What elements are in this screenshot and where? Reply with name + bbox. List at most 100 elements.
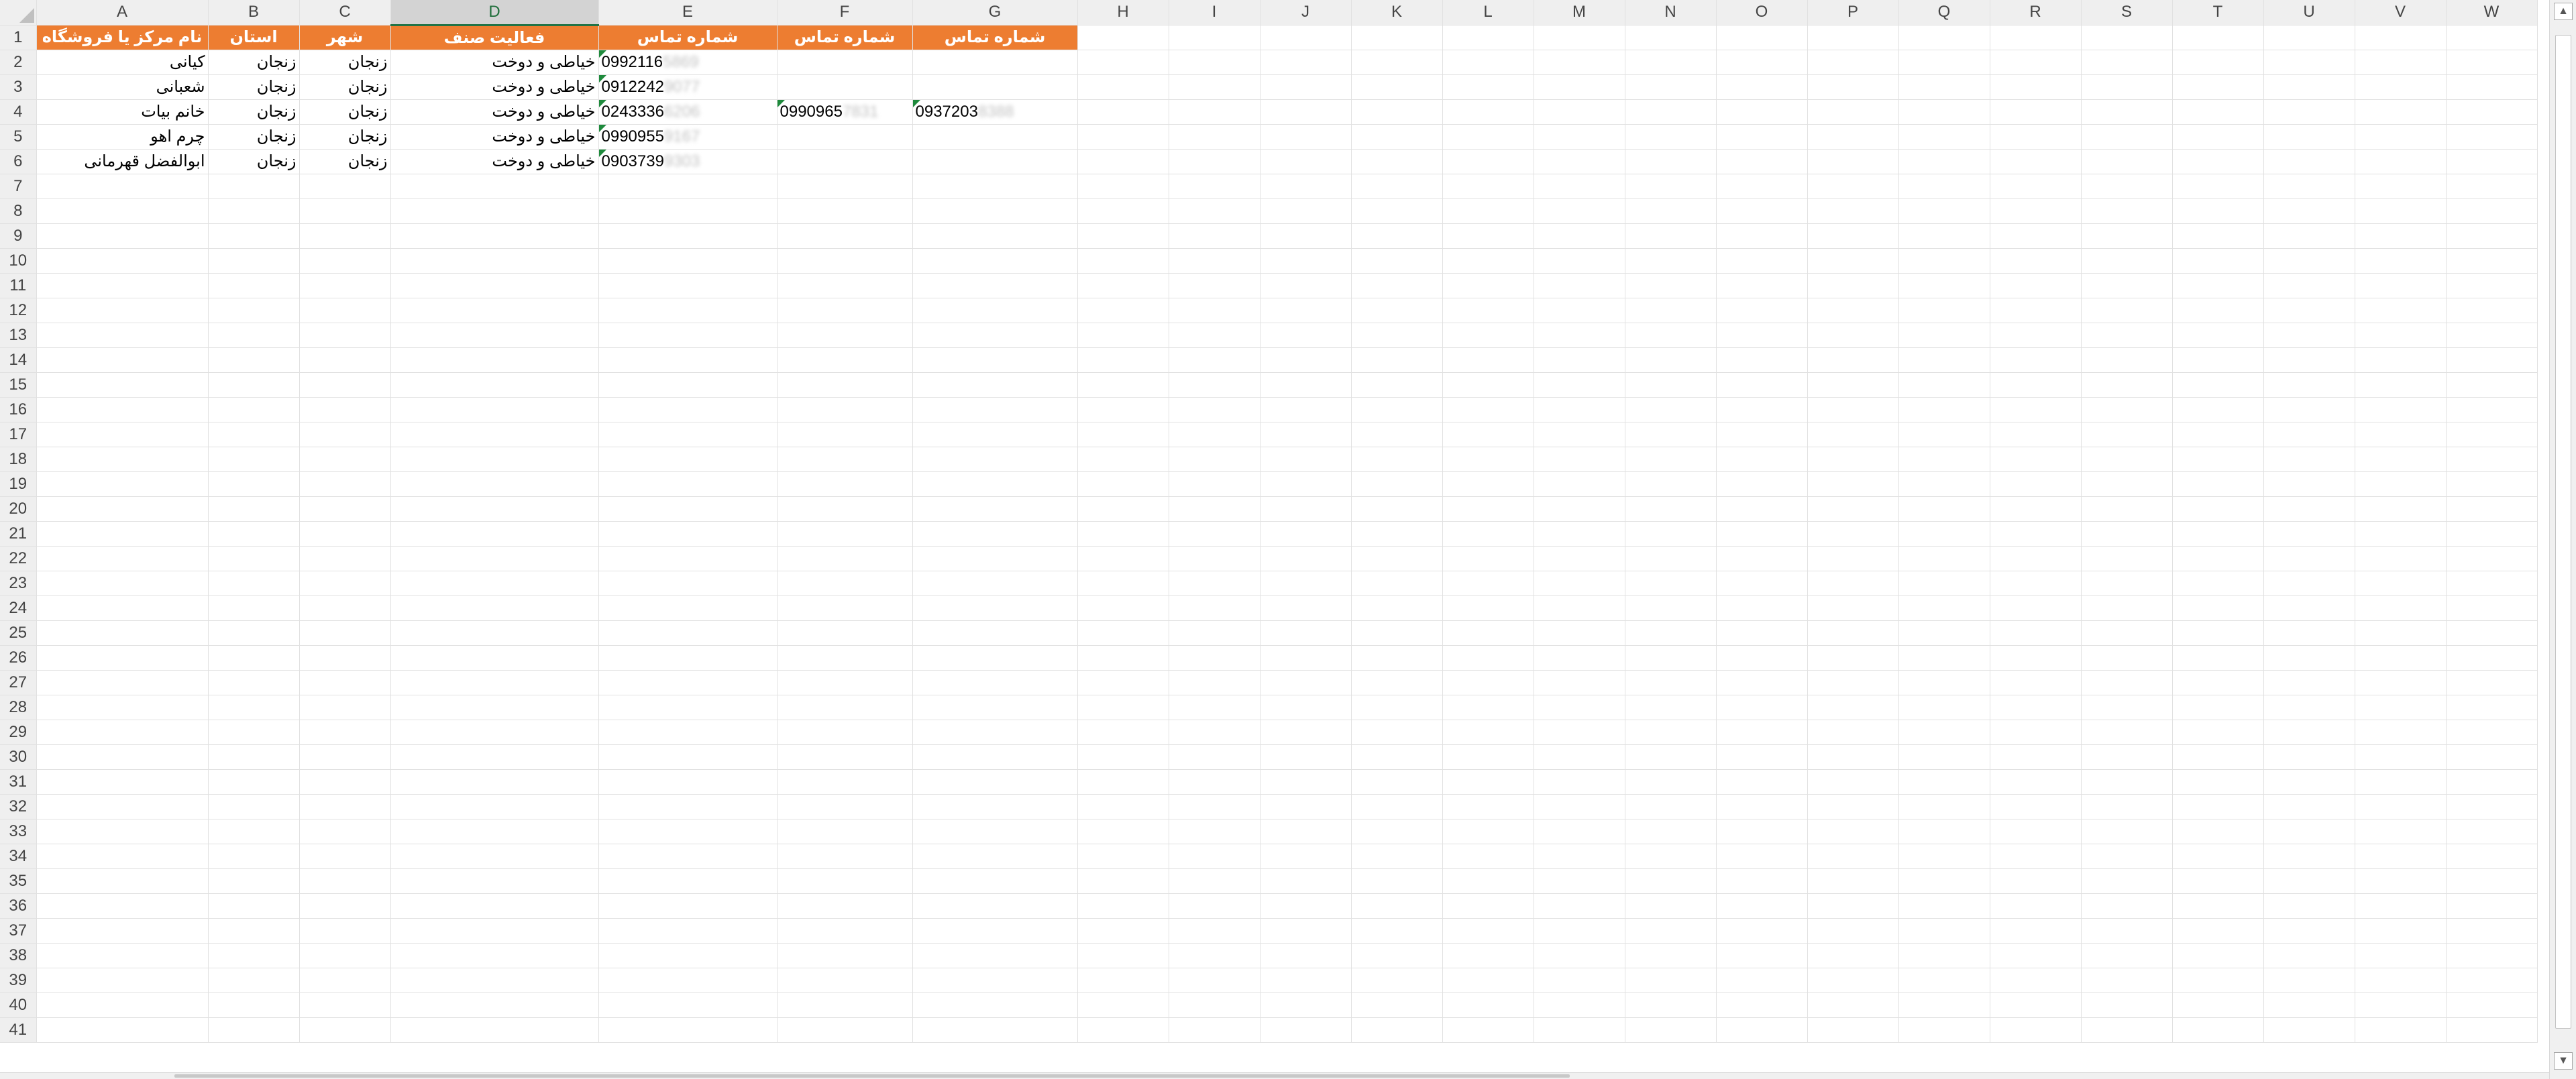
cell-e35[interactable] <box>598 868 777 894</box>
cell-l19[interactable] <box>1442 471 1534 497</box>
row-header-20[interactable]: 20 <box>0 496 37 522</box>
cell-s1[interactable] <box>2081 25 2173 50</box>
cell-p1[interactable] <box>1807 25 1899 50</box>
row-header-38[interactable]: 38 <box>0 943 37 968</box>
cell-w2[interactable] <box>2446 50 2538 75</box>
name-cell[interactable]: خانم بیات <box>36 99 209 125</box>
cell-m9[interactable] <box>1534 223 1625 249</box>
cell-w6[interactable] <box>2446 149 2538 174</box>
cell-s27[interactable] <box>2081 670 2173 695</box>
cell-g39[interactable] <box>912 968 1078 993</box>
cell-q7[interactable] <box>1898 174 1990 199</box>
cell-w17[interactable] <box>2446 422 2538 447</box>
cell-k34[interactable] <box>1351 844 1443 869</box>
cell-v31[interactable] <box>2355 769 2447 795</box>
cell-o18[interactable] <box>1716 447 1808 472</box>
column-header-c[interactable]: C <box>299 0 391 25</box>
cell-p7[interactable] <box>1807 174 1899 199</box>
cell-d20[interactable] <box>390 496 599 522</box>
cell-h15[interactable] <box>1077 372 1169 398</box>
cell-m33[interactable] <box>1534 819 1625 844</box>
cell-p24[interactable] <box>1807 595 1899 621</box>
cell-w37[interactable] <box>2446 918 2538 944</box>
cell-w38[interactable] <box>2446 943 2538 968</box>
cell-t33[interactable] <box>2172 819 2264 844</box>
cell-j14[interactable] <box>1260 347 1352 373</box>
cell-j37[interactable] <box>1260 918 1352 944</box>
cell-l17[interactable] <box>1442 422 1534 447</box>
cell-c33[interactable] <box>299 819 391 844</box>
cell-j2[interactable] <box>1260 50 1352 75</box>
cell-g8[interactable] <box>912 198 1078 224</box>
cell-h38[interactable] <box>1077 943 1169 968</box>
cell-v26[interactable] <box>2355 645 2447 671</box>
cell-n21[interactable] <box>1625 521 1717 547</box>
cell-n26[interactable] <box>1625 645 1717 671</box>
cell-j10[interactable] <box>1260 248 1352 274</box>
cell-g5[interactable] <box>912 124 1078 150</box>
cell-g32[interactable] <box>912 794 1078 819</box>
cell-l35[interactable] <box>1442 868 1534 894</box>
cell-v32[interactable] <box>2355 794 2447 819</box>
cell-a7[interactable] <box>36 174 209 199</box>
cell-q30[interactable] <box>1898 744 1990 770</box>
cell-d14[interactable] <box>390 347 599 373</box>
cell-s12[interactable] <box>2081 298 2173 323</box>
cell-e14[interactable] <box>598 347 777 373</box>
cell-q3[interactable] <box>1898 74 1990 100</box>
cell-i20[interactable] <box>1169 496 1260 522</box>
select-all-corner[interactable] <box>0 0 37 25</box>
cell-o20[interactable] <box>1716 496 1808 522</box>
cell-m19[interactable] <box>1534 471 1625 497</box>
cell-m39[interactable] <box>1534 968 1625 993</box>
cell-f8[interactable] <box>777 198 913 224</box>
cell-b11[interactable] <box>208 273 300 298</box>
cell-p41[interactable] <box>1807 1017 1899 1043</box>
cell-t41[interactable] <box>2172 1017 2264 1043</box>
cell-q25[interactable] <box>1898 620 1990 646</box>
cell-i17[interactable] <box>1169 422 1260 447</box>
cell-p14[interactable] <box>1807 347 1899 373</box>
cell-c28[interactable] <box>299 695 391 720</box>
cell-q21[interactable] <box>1898 521 1990 547</box>
row-header-24[interactable]: 24 <box>0 595 37 621</box>
cell-n19[interactable] <box>1625 471 1717 497</box>
cell-v40[interactable] <box>2355 992 2447 1018</box>
cell-j19[interactable] <box>1260 471 1352 497</box>
cell-o7[interactable] <box>1716 174 1808 199</box>
cell-i8[interactable] <box>1169 198 1260 224</box>
header-cell-f[interactable]: شماره تماس <box>777 25 913 50</box>
cell-b26[interactable] <box>208 645 300 671</box>
cell-o3[interactable] <box>1716 74 1808 100</box>
cell-k40[interactable] <box>1351 992 1443 1018</box>
cell-r17[interactable] <box>1990 422 2082 447</box>
cell-v4[interactable] <box>2355 99 2447 125</box>
cell-p37[interactable] <box>1807 918 1899 944</box>
column-header-k[interactable]: K <box>1351 0 1443 25</box>
cell-q9[interactable] <box>1898 223 1990 249</box>
cell-t35[interactable] <box>2172 868 2264 894</box>
cell-q18[interactable] <box>1898 447 1990 472</box>
cell-t40[interactable] <box>2172 992 2264 1018</box>
cell-t25[interactable] <box>2172 620 2264 646</box>
cell-n13[interactable] <box>1625 323 1717 348</box>
cell-h7[interactable] <box>1077 174 1169 199</box>
cell-b25[interactable] <box>208 620 300 646</box>
cell-k12[interactable] <box>1351 298 1443 323</box>
cell-q2[interactable] <box>1898 50 1990 75</box>
cell-e13[interactable] <box>598 323 777 348</box>
cell-d29[interactable] <box>390 720 599 745</box>
cell-j7[interactable] <box>1260 174 1352 199</box>
cell-m15[interactable] <box>1534 372 1625 398</box>
cell-n15[interactable] <box>1625 372 1717 398</box>
cell-r18[interactable] <box>1990 447 2082 472</box>
cell-n9[interactable] <box>1625 223 1717 249</box>
cell-u11[interactable] <box>2263 273 2355 298</box>
cell-b41[interactable] <box>208 1017 300 1043</box>
phone-cell[interactable]: 09037399303 <box>598 149 777 174</box>
cell-e41[interactable] <box>598 1017 777 1043</box>
cell-i22[interactable] <box>1169 546 1260 571</box>
cell-n1[interactable] <box>1625 25 1717 50</box>
cell-w19[interactable] <box>2446 471 2538 497</box>
cell-h9[interactable] <box>1077 223 1169 249</box>
